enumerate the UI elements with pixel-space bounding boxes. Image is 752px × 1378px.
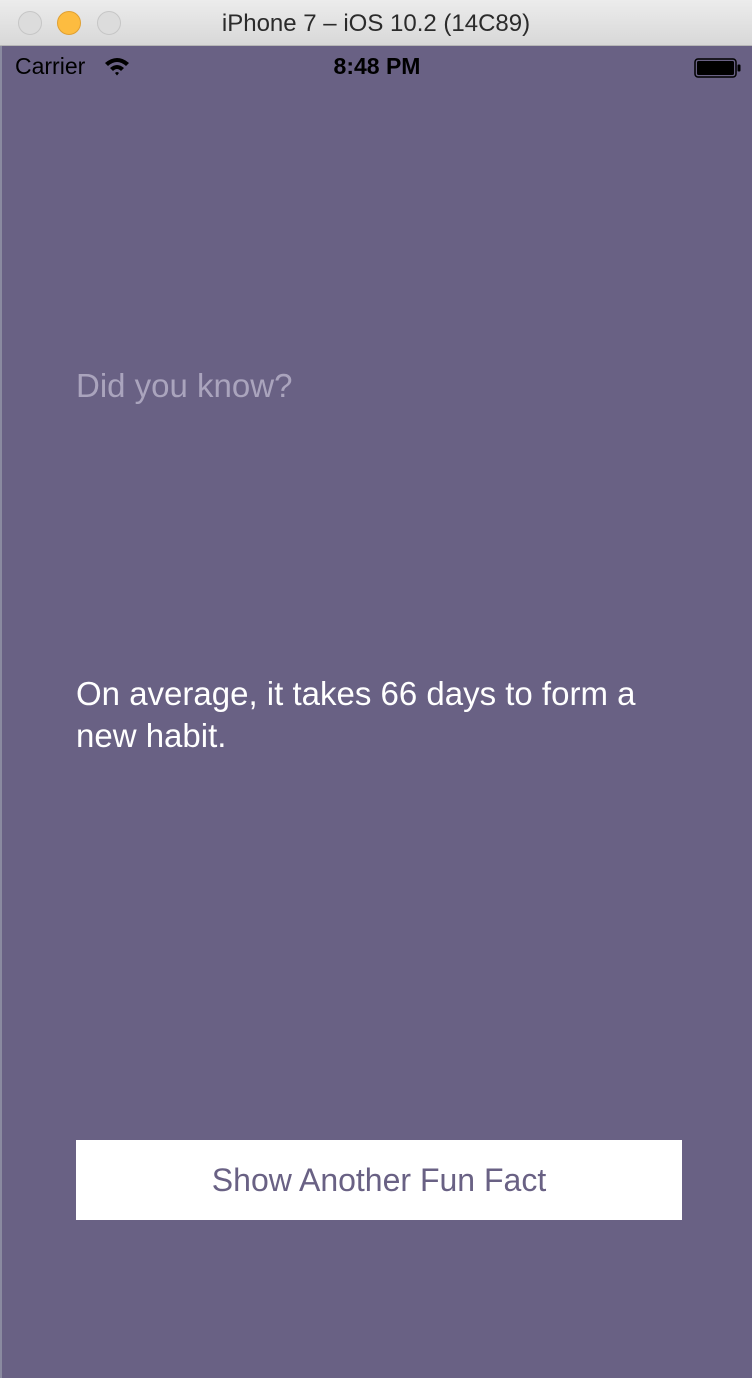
fun-fact-text: On average, it takes 66 days to form a n… [76,675,636,754]
status-time: 8:48 PM [333,53,421,79]
window-titlebar: iPhone 7 – iOS 10.2 (14C89) [0,0,752,46]
window-title: iPhone 7 – iOS 10.2 (14C89) [221,10,531,37]
battery-icon [694,58,741,78]
show-another-fact-button[interactable]: Show Another Fun Fact [76,1140,682,1220]
simulator-window: iPhone 7 – iOS 10.2 (14C89) Carrier 8:48… [0,0,752,1378]
did-you-know-label: Did you know? [76,367,293,404]
app-screen: Carrier 8:48 PM Did you know? On average… [0,46,752,1378]
status-bar: Carrier 8:48 PM [2,46,752,86]
